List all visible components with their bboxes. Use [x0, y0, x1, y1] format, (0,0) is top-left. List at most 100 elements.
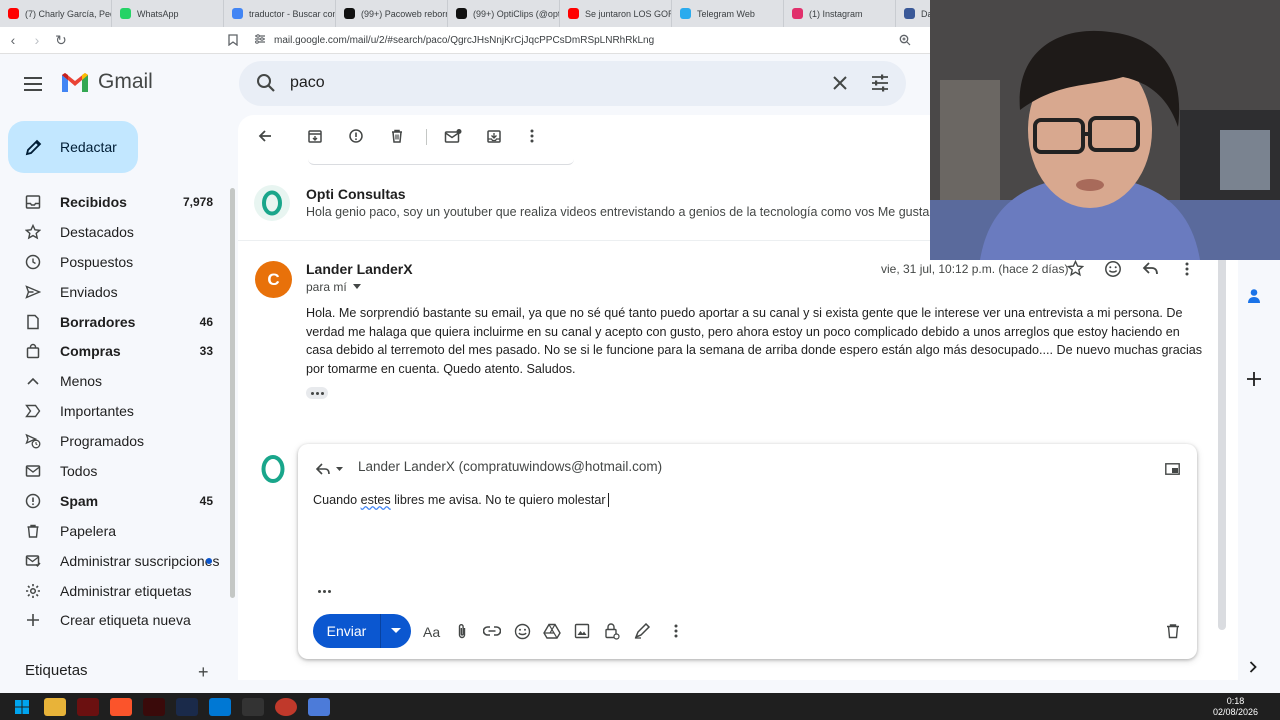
browser-tab[interactable]: Telegram Web — [672, 0, 784, 27]
sidebar-item-label: Menos — [60, 373, 103, 390]
send-button[interactable]: Enviar — [313, 614, 381, 648]
reload-icon[interactable]: ↻ — [50, 29, 72, 51]
sidebar-item-crear-etiqueta-nueva[interactable]: Crear etiqueta nueva — [0, 605, 230, 635]
gmail-logo[interactable]: Gmail — [60, 70, 153, 94]
insert-emoji-icon[interactable] — [513, 622, 531, 640]
vscode-icon[interactable] — [209, 697, 231, 716]
toolbar-divider — [426, 129, 427, 145]
browser-tab[interactable]: (99+) OptiClips (@opti — [448, 0, 560, 27]
taskbar-app-icon[interactable] — [77, 697, 99, 716]
tab-favicon-icon — [568, 8, 579, 19]
url-text[interactable]: mail.google.com/mail/u/2/#search/paco/Qg… — [274, 35, 654, 46]
mark-unread-icon[interactable] — [443, 126, 463, 146]
browser-tab[interactable]: WhatsApp — [112, 0, 224, 27]
sidebar-item-papelera[interactable]: Papelera — [0, 516, 230, 546]
sidebar-item-compras[interactable]: Compras 33 — [0, 336, 230, 366]
sidebar-item-todos[interactable]: Todos — [0, 456, 230, 486]
star-icon[interactable] — [1066, 259, 1085, 282]
7zip-icon[interactable] — [242, 697, 264, 716]
recipient-details[interactable]: para mí — [306, 280, 361, 294]
insert-link-icon[interactable] — [483, 622, 501, 640]
sidebar-item-administrar-suscripciones[interactable]: Administrar suscripciones — [0, 546, 230, 576]
browser-tab[interactable]: traductor - Buscar con — [224, 0, 336, 27]
formatting-options-icon[interactable]: Aa — [423, 622, 441, 640]
message-more-icon[interactable] — [1184, 261, 1190, 282]
main-menu-icon[interactable] — [20, 72, 48, 96]
compose-button[interactable]: Redactar — [8, 121, 138, 173]
browser-tab[interactable]: Se juntaron LOS GOR — [560, 0, 672, 27]
send-options-icon[interactable] — [381, 614, 411, 648]
sidebar-scrollbar[interactable] — [230, 188, 235, 598]
add-addon-icon[interactable] — [1246, 371, 1262, 392]
back-to-list-icon[interactable] — [255, 126, 275, 146]
clear-search-icon[interactable] — [829, 72, 851, 99]
gear-icon — [24, 582, 42, 600]
show-trimmed-content-button[interactable] — [306, 387, 328, 399]
sidebar-item-label: Importantes — [60, 403, 134, 420]
site-info-icon[interactable] — [254, 33, 266, 47]
attach-file-icon[interactable] — [453, 622, 471, 640]
sidebar-item-administrar-etiquetas[interactable]: Administrar etiquetas — [0, 576, 230, 606]
reply-type-icon[interactable] — [315, 462, 344, 480]
bookmark-icon[interactable] — [222, 29, 244, 51]
chevron-up-icon — [24, 372, 42, 390]
reply-recipient[interactable]: Lander LanderX (compratuwindows@hotmail.… — [358, 459, 662, 474]
sidebar-item-borradores[interactable]: Borradores 46 — [0, 307, 230, 337]
taskbar-app-icon[interactable] — [143, 697, 165, 716]
windows-start-icon[interactable] — [11, 698, 33, 716]
sidebar-item-programados[interactable]: Programados — [0, 426, 230, 456]
reply-body-input[interactable]: Cuando estes libres me avisa. No te quie… — [313, 493, 609, 507]
file-explorer-icon[interactable] — [44, 697, 66, 716]
sidebar-item-destacados[interactable]: Destacados — [0, 217, 230, 247]
composer-more-options-icon[interactable] — [667, 622, 685, 640]
star-icon — [24, 223, 42, 241]
add-label-icon[interactable]: + — [198, 662, 209, 683]
emoji-reaction-icon[interactable] — [1104, 260, 1122, 283]
taskbar-app-icon[interactable] — [308, 697, 330, 716]
sidebar-item-spam[interactable]: Spam 45 — [0, 486, 230, 516]
obs-icon[interactable] — [275, 697, 297, 716]
search-options-icon[interactable] — [869, 72, 891, 99]
system-clock[interactable]: 0:18 02/08/2026 — [1213, 696, 1258, 718]
expand-panel-icon[interactable] — [1249, 660, 1257, 678]
sidebar-item-menos[interactable]: Menos — [0, 366, 230, 396]
reply-icon[interactable] — [1142, 261, 1159, 281]
trash-icon — [24, 522, 42, 540]
collapsed-messages-indicator[interactable] — [308, 159, 574, 165]
search-input[interactable] — [290, 71, 790, 95]
search-icon[interactable] — [255, 72, 277, 99]
signature-icon[interactable] — [633, 622, 651, 640]
tab-favicon-icon — [120, 8, 131, 19]
insert-photo-icon[interactable] — [573, 622, 591, 640]
confidential-mode-icon[interactable] — [603, 622, 621, 640]
report-spam-icon[interactable] — [346, 126, 366, 146]
sidebar-item-pospuestos[interactable]: Pospuestos — [0, 247, 230, 277]
brave-browser-icon[interactable] — [110, 697, 132, 716]
browser-tab[interactable]: (7) Charly García, Pedr — [0, 0, 112, 27]
pop-out-icon[interactable] — [1165, 462, 1180, 480]
sidebar-item-enviados[interactable]: Enviados — [0, 277, 230, 307]
delete-icon[interactable] — [387, 126, 407, 146]
google-drive-icon[interactable] — [543, 622, 561, 640]
browser-tab[interactable]: (1) Instagram — [784, 0, 896, 27]
more-options-icon[interactable] — [522, 126, 542, 146]
discard-draft-icon[interactable] — [1164, 622, 1182, 640]
show-trimmed-content-button[interactable] — [313, 585, 335, 597]
tab-label: Se juntaron LOS GOR — [585, 8, 672, 19]
send-button-group: Enviar — [313, 614, 411, 648]
move-to-icon[interactable] — [484, 126, 504, 146]
taskbar-app-icon[interactable] — [176, 697, 198, 716]
sender-name[interactable]: Lander LanderX — [306, 261, 413, 277]
misspelled-word[interactable]: estes — [361, 493, 391, 507]
back-icon[interactable]: ‹ — [2, 29, 24, 51]
zoom-icon[interactable] — [894, 29, 916, 51]
contacts-icon[interactable] — [1247, 288, 1261, 309]
sidebar-item-recibidos[interactable]: Recibidos 7,978 — [0, 187, 230, 217]
webcam-overlay — [930, 0, 1280, 260]
sidebar-item-importantes[interactable]: Importantes — [0, 396, 230, 426]
forward-icon[interactable]: › — [26, 29, 48, 51]
browser-tab[interactable]: (99+) Pacoweb reborn — [336, 0, 448, 27]
avatar[interactable]: C — [255, 261, 292, 298]
reply-text-part: libres me avisa. No te quiero molestar — [390, 493, 606, 507]
archive-icon[interactable] — [305, 126, 325, 146]
